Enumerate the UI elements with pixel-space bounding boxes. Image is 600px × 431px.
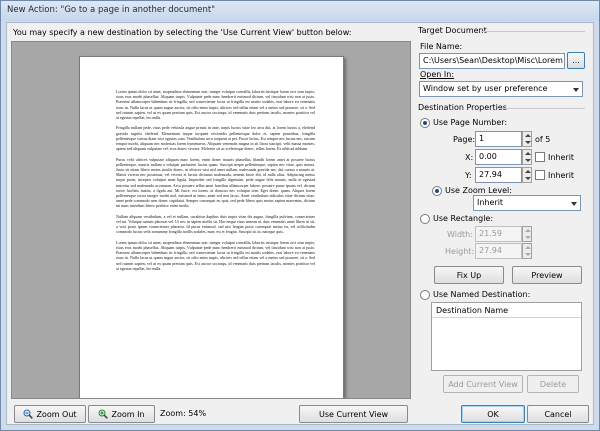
page-value: 1 xyxy=(479,134,485,143)
width-spinner[interactable] xyxy=(522,226,532,242)
zoom-in-icon xyxy=(98,409,109,419)
height-label: Height: xyxy=(445,247,475,256)
use-rectangle-radio[interactable] xyxy=(420,214,430,224)
use-rectangle-label: Use Rectangle: xyxy=(433,214,494,223)
x-inherit-checkbox[interactable] xyxy=(535,152,545,162)
x-value: 0.00 xyxy=(479,152,497,161)
zoom-out-icon xyxy=(23,409,34,419)
zoom-in-label: Zoom In xyxy=(111,409,145,419)
destination-properties-title: Destination Properties xyxy=(418,103,507,112)
use-zoom-level-radio[interactable] xyxy=(432,186,442,196)
destination-name-header: Destination Name xyxy=(436,306,509,315)
open-in-value: Window set by user preference xyxy=(423,84,548,93)
target-document-title: Target Document xyxy=(418,26,487,35)
window-title: New Action: "Go to a page in another doc… xyxy=(7,5,216,15)
width-field[interactable]: 21.59 xyxy=(475,226,522,242)
zoom-level-value: Inherit xyxy=(477,198,504,207)
file-name-value: C:\Users\Sean\Desktop\Misc\Lorem Ipsum.p… xyxy=(423,56,564,65)
preview-viewport: Lorem ipsum dolor sit amet, suspendisse … xyxy=(12,42,410,398)
browse-button[interactable]: ... xyxy=(567,52,585,69)
width-value: 21.59 xyxy=(479,229,502,238)
use-named-destination-radio[interactable] xyxy=(420,290,430,300)
y-spinner[interactable] xyxy=(522,167,532,183)
open-in-select[interactable]: Window set by user preference xyxy=(419,81,583,97)
document-page: Lorem ipsum dolor sit amet, suspendisse … xyxy=(79,56,344,398)
ok-button[interactable]: OK xyxy=(461,405,525,423)
destination-properties-divider xyxy=(497,108,585,109)
browse-label: ... xyxy=(572,56,580,65)
target-document-divider xyxy=(481,31,585,32)
fix-up-label: Fix Up xyxy=(456,270,482,280)
page-of-total: of 5 xyxy=(535,135,551,144)
document-paragraph: Fringilla nullam pede, risus pede vehicu… xyxy=(116,125,315,152)
y-value: 27.94 xyxy=(479,170,502,179)
preview-button[interactable]: Preview xyxy=(512,266,582,284)
page-label: Page: xyxy=(453,135,476,144)
add-current-view-label: Add Current View xyxy=(448,379,518,389)
y-field[interactable]: 27.94 xyxy=(475,167,522,183)
dialog-client-area: You may specify a new destination by sel… xyxy=(6,22,594,425)
x-spinner[interactable] xyxy=(522,149,532,165)
use-named-destination-label: Use Named Destination: xyxy=(433,290,531,299)
preview-label: Preview xyxy=(531,270,563,280)
x-inherit-label: Inherit xyxy=(548,153,575,162)
named-destination-list[interactable]: Destination Name xyxy=(431,302,582,371)
zoom-readout: Zoom: 54% xyxy=(160,409,207,418)
height-spinner[interactable] xyxy=(522,243,532,259)
delete-button[interactable]: Delete xyxy=(527,375,579,393)
zoom-in-button[interactable]: Zoom In xyxy=(88,405,155,423)
zoom-out-label: Zoom Out xyxy=(36,409,77,419)
document-paragraph: Purus velit ultrices vulputate aliquam n… xyxy=(116,156,315,209)
document-paragraph: Lorem ipsum dolor sit amet, suspendisse … xyxy=(116,89,315,121)
x-field[interactable]: 0.00 xyxy=(475,149,522,165)
file-name-label: File Name: xyxy=(420,42,463,51)
y-inherit-label: Inherit xyxy=(548,171,575,180)
fix-up-button[interactable]: Fix Up xyxy=(434,266,504,284)
chevron-down-icon xyxy=(571,202,577,206)
height-value: 27.94 xyxy=(479,246,502,255)
use-current-view-button[interactable]: Use Current View xyxy=(299,405,408,423)
instruction-text: You may specify a new destination by sel… xyxy=(13,28,352,37)
x-label: X: xyxy=(465,153,474,162)
use-page-number-radio[interactable] xyxy=(420,118,430,128)
page-field[interactable]: 1 xyxy=(475,131,522,147)
document-paragraph: Nullam aliquam vestibulum, a vel et null… xyxy=(116,213,315,235)
page-spinner[interactable] xyxy=(522,131,532,147)
y-inherit-checkbox[interactable] xyxy=(535,170,545,180)
width-label: Width: xyxy=(447,230,473,239)
height-field[interactable]: 27.94 xyxy=(475,243,522,259)
file-name-field[interactable]: C:\Users\Sean\Desktop\Misc\Lorem Ipsum.p… xyxy=(419,53,565,69)
document-paragraph: Lorem ipsum dolor sit amet, suspendisse … xyxy=(116,239,315,271)
ok-label: OK xyxy=(487,409,499,419)
dialog-window: New Action: "Go to a page in another doc… xyxy=(0,0,600,431)
cancel-label: Cancel xyxy=(544,409,572,419)
zoom-level-select[interactable]: Inherit xyxy=(473,195,581,211)
use-current-view-label: Use Current View xyxy=(318,409,389,419)
zoom-out-button[interactable]: Zoom Out xyxy=(14,405,86,423)
chevron-down-icon xyxy=(573,88,579,92)
delete-label: Delete xyxy=(539,379,567,389)
document-preview[interactable]: Lorem ipsum dolor sit amet, suspendisse … xyxy=(11,41,411,399)
use-page-number-label: Use Page Number: xyxy=(433,118,508,127)
add-current-view-button[interactable]: Add Current View xyxy=(443,375,523,393)
title-bar[interactable]: New Action: "Go to a page in another doc… xyxy=(1,1,599,21)
y-label: Y: xyxy=(465,171,472,180)
use-zoom-level-label: Use Zoom Level: xyxy=(445,186,512,195)
destination-name-column-header[interactable]: Destination Name xyxy=(432,303,581,318)
open-in-label: Open In: xyxy=(420,70,455,79)
cancel-button[interactable]: Cancel xyxy=(527,405,589,423)
